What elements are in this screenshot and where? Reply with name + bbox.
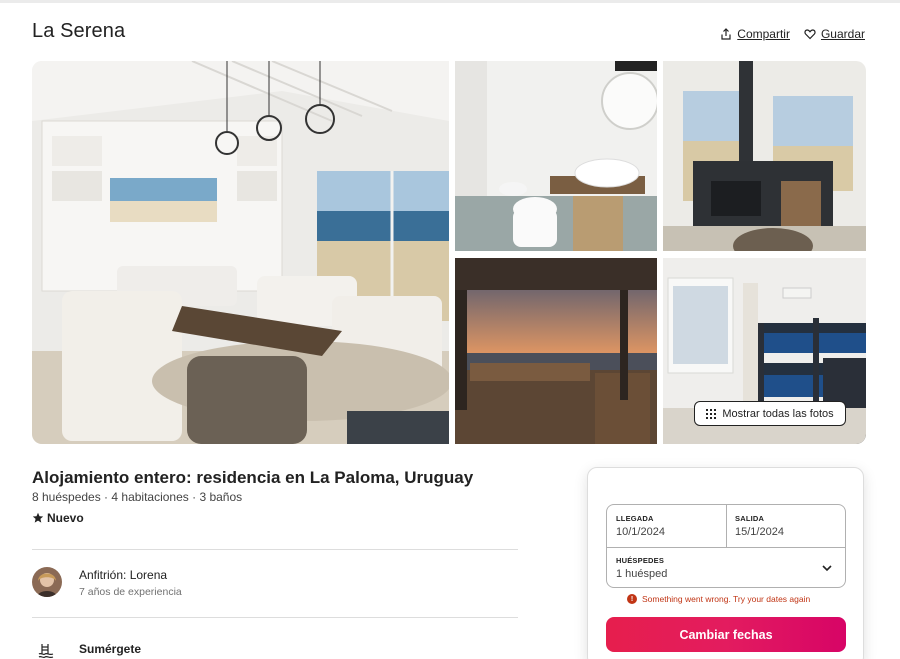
photo-gallery [32, 61, 866, 444]
guests-field[interactable]: HUÉSPEDES 1 huésped [616, 556, 836, 580]
host-avatar[interactable] [32, 567, 62, 597]
checkin-label: LLEGADA [616, 514, 654, 523]
new-badge-label: Nuevo [47, 511, 84, 525]
photo-bathroom[interactable] [455, 61, 657, 251]
photo-sunset-deck[interactable] [455, 258, 657, 444]
section-divider [32, 617, 518, 618]
share-button[interactable]: Compartir [720, 27, 790, 41]
page-title: La Serena [32, 20, 126, 42]
save-label: Guardar [820, 27, 865, 41]
share-icon [721, 28, 731, 40]
header-actions: Compartir Guardar [720, 27, 865, 41]
star-icon [32, 512, 44, 523]
highlight-dive-in: Sumérgete [79, 642, 142, 656]
error-icon: ! [627, 594, 637, 604]
host-name: Anfitrión: Lorena [79, 568, 168, 582]
new-badge: Nuevo [32, 511, 84, 525]
guests-value: 1 huésped [616, 568, 668, 580]
date-error-message: ! Something went wrong. Try your dates a… [627, 594, 810, 604]
show-all-photos-label: Mostrar todas las fotos [722, 407, 834, 420]
checkout-field[interactable]: SALIDA 15/1/2024 [735, 514, 840, 538]
listing-details: 8 huéspedes · 4 habitaciones · 3 baños [32, 490, 243, 504]
host-experience: 7 años de experiencia [79, 586, 182, 598]
error-text: Something went wrong. Try your dates aga… [642, 594, 811, 604]
date-guest-picker: LLEGADA 10/1/2024 SALIDA 15/1/2024 HUÉSP… [606, 504, 846, 588]
change-dates-button[interactable]: Cambiar fechas [606, 617, 846, 652]
checkout-value: 15/1/2024 [735, 526, 784, 538]
heart-icon [804, 29, 816, 40]
checkin-field[interactable]: LLEGADA 10/1/2024 [616, 514, 721, 538]
pool-icon [38, 644, 54, 658]
checkin-value: 10/1/2024 [616, 526, 665, 538]
checkout-label: SALIDA [735, 514, 765, 523]
show-all-photos-button[interactable]: Mostrar todas las fotos [694, 401, 846, 426]
photo-living-room[interactable] [32, 61, 449, 444]
listing-subtitle: Alojamiento entero: residencia en La Pal… [32, 468, 474, 487]
photo-fireplace[interactable] [663, 61, 866, 251]
guests-label: HUÉSPEDES [616, 556, 665, 565]
chevron-down-icon[interactable] [821, 562, 833, 574]
section-divider [32, 549, 518, 550]
save-button[interactable]: Guardar [804, 27, 865, 41]
share-label: Compartir [737, 27, 790, 41]
top-divider [0, 0, 900, 3]
grid-icon [706, 408, 717, 419]
